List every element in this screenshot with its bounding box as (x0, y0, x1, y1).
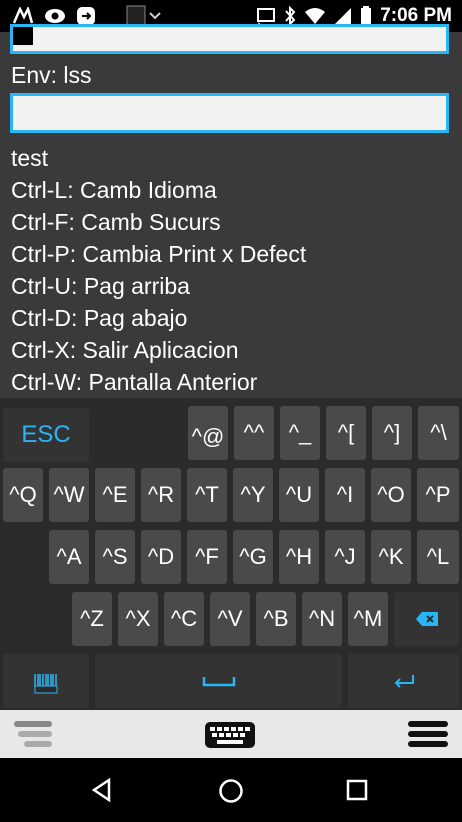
key-ctrl-o[interactable]: ^O (371, 468, 411, 522)
env-line: Env: lss (11, 62, 92, 88)
key-ctrl-t[interactable]: ^T (187, 468, 227, 522)
key-ctrl-l[interactable]: ^L (417, 530, 459, 584)
key-ctrl-f[interactable]: ^F (187, 530, 227, 584)
key-ctrl-i[interactable]: ^I (325, 468, 365, 522)
key-ctrl-h[interactable]: ^H (279, 530, 319, 584)
space-icon (202, 675, 236, 687)
battery-icon (360, 6, 372, 26)
key-ctrl-b[interactable]: ^B (256, 592, 296, 646)
esc-key[interactable]: ESC (3, 408, 89, 462)
motorola-icon (12, 7, 34, 25)
menu-line-ctrl-l: Ctrl-L: Camb Idioma (11, 177, 217, 203)
terminal-screen: Env: lss test Ctrl-L: Camb Idioma Ctrl-F… (0, 24, 462, 398)
key-ctrl-open-bracket[interactable]: ^[ (326, 406, 366, 460)
keyboard-icon[interactable] (204, 721, 256, 749)
keyboard-toolbar (0, 710, 462, 758)
app-icon (76, 6, 96, 26)
scan-key[interactable] (3, 654, 89, 708)
menu-line-ctrl-w: Ctrl-W: Pantalla Anterior (11, 369, 258, 395)
key-ctrl-g[interactable]: ^G (233, 530, 273, 584)
menu-line-ctrl-f: Ctrl-F: Camb Sucurs (11, 209, 221, 235)
wifi-icon (304, 7, 326, 25)
bluetooth-icon (284, 6, 296, 26)
key-ctrl-e[interactable]: ^E (95, 468, 135, 522)
key-ctrl-u[interactable]: ^U (279, 468, 319, 522)
text-cursor (13, 27, 33, 45)
key-ctrl-a[interactable]: ^A (49, 530, 89, 584)
key-ctrl-z[interactable]: ^Z (72, 592, 112, 646)
barcode-scan-icon (33, 668, 59, 694)
backspace-key[interactable] (394, 592, 459, 646)
terminal-line: test (11, 145, 49, 171)
signal-icon (334, 7, 352, 25)
key-ctrl-w[interactable]: ^W (49, 468, 89, 522)
key-ctrl-m[interactable]: ^M (348, 592, 388, 646)
back-icon[interactable] (90, 778, 114, 802)
recents-icon[interactable] (346, 779, 368, 801)
menu-line-ctrl-x: Ctrl-X: Salir Aplicacion (11, 337, 239, 363)
key-ctrl-s[interactable]: ^S (95, 530, 135, 584)
menu-line-ctrl-d: Ctrl-D: Pag abajo (11, 305, 188, 331)
home-icon[interactable] (218, 778, 244, 804)
terminal-input-field[interactable] (10, 93, 449, 133)
cast-icon (256, 7, 276, 25)
key-ctrl-d[interactable]: ^D (141, 530, 181, 584)
key-ctrl-p[interactable]: ^P (417, 468, 459, 522)
eye-icon (44, 7, 66, 25)
key-ctrl-caret[interactable]: ^^ (234, 406, 274, 460)
key-ctrl-y[interactable]: ^Y (233, 468, 273, 522)
key-ctrl-close-bracket[interactable]: ^] (372, 406, 412, 460)
hamburger-menu-icon[interactable] (408, 719, 448, 749)
key-ctrl-backslash[interactable]: ^\ (418, 406, 459, 460)
enter-key[interactable] (348, 654, 459, 708)
key-ctrl-underscore[interactable]: ^_ (280, 406, 320, 460)
menu-line-ctrl-p: Ctrl-P: Cambia Print x Defect (11, 241, 307, 267)
key-ctrl-c[interactable]: ^C (164, 592, 204, 646)
menu-line-ctrl-u: Ctrl-U: Pag arriba (11, 273, 190, 299)
space-key[interactable] (95, 654, 342, 708)
terminal-input-field-top[interactable] (10, 24, 449, 54)
key-ctrl-x[interactable]: ^X (118, 592, 158, 646)
enter-icon (393, 674, 415, 688)
key-ctrl-j[interactable]: ^J (325, 530, 365, 584)
menu-lines-gray-icon[interactable] (14, 719, 56, 749)
key-ctrl-q[interactable]: ^Q (3, 468, 43, 522)
key-ctrl-r[interactable]: ^R (141, 468, 181, 522)
key-ctrl-k[interactable]: ^K (371, 530, 411, 584)
key-ctrl-at[interactable]: ^@ (188, 406, 228, 460)
key-ctrl-v[interactable]: ^V (210, 592, 250, 646)
backspace-icon (415, 611, 439, 627)
soft-keyboard: ESC ^@ ^^ ^_ ^[ ^] ^\ ^Q ^W ^E ^R ^T ^Y … (0, 398, 462, 710)
system-nav-bar (0, 758, 462, 822)
key-ctrl-n[interactable]: ^N (302, 592, 342, 646)
